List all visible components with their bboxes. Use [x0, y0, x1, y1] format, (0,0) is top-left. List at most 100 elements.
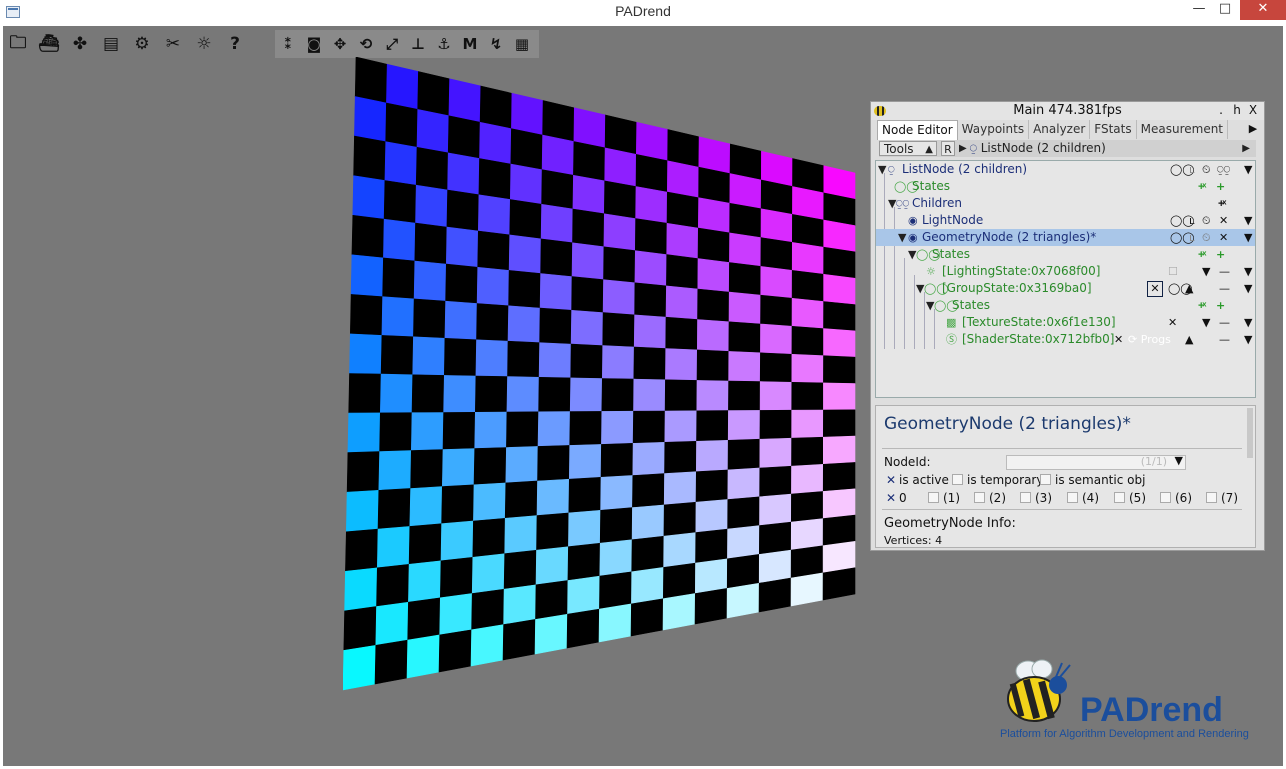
add-state-icon[interactable]: + — [1216, 246, 1225, 263]
anchor-icon[interactable]: ⚓ — [433, 31, 455, 57]
progs-button[interactable]: ⟳ Progs — [1128, 331, 1171, 348]
tab-fstats[interactable]: FStats — [1090, 120, 1137, 139]
layer-5-checkbox[interactable]: (5) — [1114, 491, 1146, 505]
remove-icon[interactable]: ✕ — [1219, 212, 1228, 229]
breadcrumb-forward-icon[interactable]: ▶ — [1242, 143, 1250, 154]
panel-hide-button[interactable]: h — [1230, 103, 1244, 118]
tree-row-group-states[interactable]: ▼ ◯◯ States +ͯ + — [876, 297, 1255, 314]
help-icon[interactable]: ? — [222, 31, 248, 57]
transform-icon[interactable]: ʟ — [1189, 212, 1195, 229]
clock-icon[interactable]: ⏲ — [1202, 161, 1211, 178]
enable-checkbox[interactable]: ☐ — [1168, 263, 1178, 280]
checkerboard-geometry[interactable] — [343, 57, 863, 697]
clock-icon[interactable]: ⏲ — [1202, 229, 1211, 246]
layer-6-checkbox[interactable]: (6) — [1160, 491, 1192, 505]
dropdown-icon[interactable]: ▼ — [1244, 331, 1252, 348]
add-linked-state-icon[interactable]: +ͯ — [1198, 297, 1204, 314]
move-down-icon[interactable]: ▼ — [1202, 263, 1210, 280]
remove-state-icon[interactable]: — — [1219, 263, 1230, 280]
is-semantic-checkbox[interactable]: is semantic obj — [1040, 473, 1145, 487]
scene-tree[interactable]: ▼ ⍜ ListNode (2 children) ◯◯ ʟ ⏲ ⍜⍜ ▼ ◯◯… — [875, 160, 1256, 398]
layer-2-checkbox[interactable]: (2) — [974, 491, 1006, 505]
dropdown-icon[interactable]: ▼ — [1244, 314, 1252, 331]
scrollbar[interactable] — [1247, 408, 1253, 458]
camera-icon[interactable]: ◙ — [303, 31, 325, 57]
scale-icon[interactable]: ⤢ — [381, 31, 403, 57]
move-down-icon[interactable]: ▼ — [1202, 314, 1210, 331]
rotate-icon[interactable]: ⟲ — [355, 31, 377, 57]
tools-icon[interactable]: ✂ — [160, 31, 186, 57]
tree-row-texturestate[interactable]: ▩ [TextureState:0x6f1e130] ✕ ▼ — ▼ — [876, 314, 1255, 331]
plugin-icon[interactable]: ✤ — [67, 31, 93, 57]
layer-7-checkbox[interactable]: (7) — [1206, 491, 1238, 505]
remove-state-icon[interactable]: — — [1219, 331, 1230, 348]
folder-icon[interactable]: 🗀 — [5, 31, 31, 57]
tree-row-lightnode[interactable]: ◉ LightNode ◯◯ ʟ ⏲ ✕ ▼ — [876, 212, 1255, 229]
node-detail-panel[interactable]: GeometryNode (2 triangles)* NodeId: (1/1… — [875, 405, 1256, 548]
tab-node-editor[interactable]: Node Editor — [877, 120, 958, 140]
tab-measurement[interactable]: Measurement — [1137, 120, 1229, 139]
move-up-icon[interactable]: ▲ — [1185, 331, 1193, 348]
maximize-button[interactable]: □ — [1210, 0, 1240, 20]
clock-icon[interactable]: ⏲ — [1202, 212, 1211, 229]
remove-icon[interactable]: ✕ — [1219, 229, 1228, 246]
tree-row-listnode[interactable]: ▼ ⍜ ListNode (2 children) ◯◯ ʟ ⏲ ⍜⍜ ▼ — [876, 161, 1255, 178]
panel-close-button[interactable]: X — [1246, 103, 1260, 118]
tree-row-lightingstate[interactable]: ☼ [LightingState:0x7068f00] ☐ ▼ — ▼ — [876, 263, 1255, 280]
tree-row-shaderstate[interactable]: Ⓢ [ShaderState:0x712bfb0] ✕ ⟳ Progs ▲ — … — [876, 331, 1255, 348]
add-state-icon[interactable]: + — [1216, 297, 1225, 314]
dropdown-icon[interactable]: ▼ — [1244, 280, 1252, 297]
layer-4-checkbox[interactable]: (4) — [1067, 491, 1099, 505]
remove-state-icon[interactable]: — — [1219, 280, 1230, 297]
main-panel[interactable]: Main 474.381fps . h X Node Editor Waypoi… — [870, 101, 1265, 551]
move-icon[interactable]: ✥ — [329, 31, 351, 57]
is-active-checkbox[interactable]: ✕ is active — [886, 473, 949, 487]
chevron-right-icon[interactable]: ▶ — [959, 143, 967, 154]
tree-row-geometrynode[interactable]: ▼ ◉ GeometryNode (2 triangles)* ◯◯ ʟ ⏲ ✕… — [876, 229, 1255, 246]
children-icon[interactable]: ⍜⍜ — [1217, 161, 1230, 178]
config-icon[interactable]: ▤ — [98, 31, 124, 57]
measure-icon[interactable]: Ⅿ — [459, 31, 481, 57]
transform-icon[interactable]: ʟ — [1189, 161, 1195, 178]
tree-row-children[interactable]: ▼ ⍜⍜ Children +ͯ — [876, 195, 1255, 212]
scene-icon[interactable]: ⛴ — [36, 31, 62, 57]
add-linked-state-icon[interactable]: +ͯ — [1198, 178, 1204, 195]
panel-collapse-button[interactable]: . — [1214, 103, 1228, 118]
add-linked-state-icon[interactable]: +ͯ — [1198, 246, 1204, 263]
effects-icon[interactable]: ☼ — [191, 31, 217, 57]
dropdown-icon[interactable]: ▼ — [1244, 161, 1252, 178]
enable-checkbox[interactable]: ✕ — [1114, 331, 1123, 348]
tab-waypoints[interactable]: Waypoints — [958, 120, 1030, 139]
breadcrumb[interactable]: ⍜ ListNode (2 children) — [970, 141, 1106, 156]
enable-checkbox[interactable]: ✕ — [1147, 281, 1163, 297]
collapse-arrow-icon[interactable]: ▼ — [878, 161, 886, 178]
panel-title-bar[interactable]: Main 474.381fps . h X — [871, 102, 1264, 120]
tree-row-geometry-states[interactable]: ▼ ◯◯ States +ͯ + — [876, 246, 1255, 263]
layer-3-checkbox[interactable]: (3) — [1020, 491, 1052, 505]
tree-row-groupstate[interactable]: ▼ ◯◯ [GroupState:0x3169ba0] ✕ ◯◯ ▲ — ▼ — [876, 280, 1255, 297]
tab-scroll-right-icon[interactable]: ▶ — [1246, 122, 1260, 138]
remove-state-icon[interactable]: — — [1219, 314, 1230, 331]
move-up-icon[interactable]: ▲ — [1185, 280, 1193, 297]
tools-dropdown[interactable]: Tools ▲ — [879, 141, 937, 156]
tab-analyzer[interactable]: Analyzer — [1029, 120, 1091, 139]
enable-checkbox[interactable]: ✕ — [1168, 314, 1177, 331]
nodeid-select[interactable]: (1/1) ▼ — [1006, 454, 1186, 470]
layer-0-checkbox[interactable]: ✕ 0 — [886, 491, 907, 505]
gear-icon[interactable]: ⚙ — [129, 31, 155, 57]
collapse-arrow-icon[interactable]: ▼ — [898, 229, 906, 246]
dropdown-icon[interactable]: ▼ — [1244, 212, 1252, 229]
layer-1-checkbox[interactable]: (1) — [928, 491, 960, 505]
add-child-icon[interactable]: +ͯ — [1218, 195, 1224, 212]
path-icon[interactable]: ↯ — [485, 31, 507, 57]
dropdown-icon[interactable]: ▼ — [1244, 229, 1252, 246]
snap-icon[interactable]: ⊥ — [407, 31, 429, 57]
add-state-icon[interactable]: + — [1216, 178, 1225, 195]
notes-icon[interactable]: ▦ — [511, 31, 533, 57]
close-button[interactable]: ✕ — [1240, 0, 1286, 20]
root-button[interactable]: R — [941, 141, 955, 156]
numpad-icon[interactable]: ⁑ — [277, 31, 299, 57]
transform-icon[interactable]: ʟ — [1189, 229, 1195, 246]
dropdown-icon[interactable]: ▼ — [1244, 263, 1252, 280]
is-temporary-checkbox[interactable]: is temporary — [952, 473, 1043, 487]
